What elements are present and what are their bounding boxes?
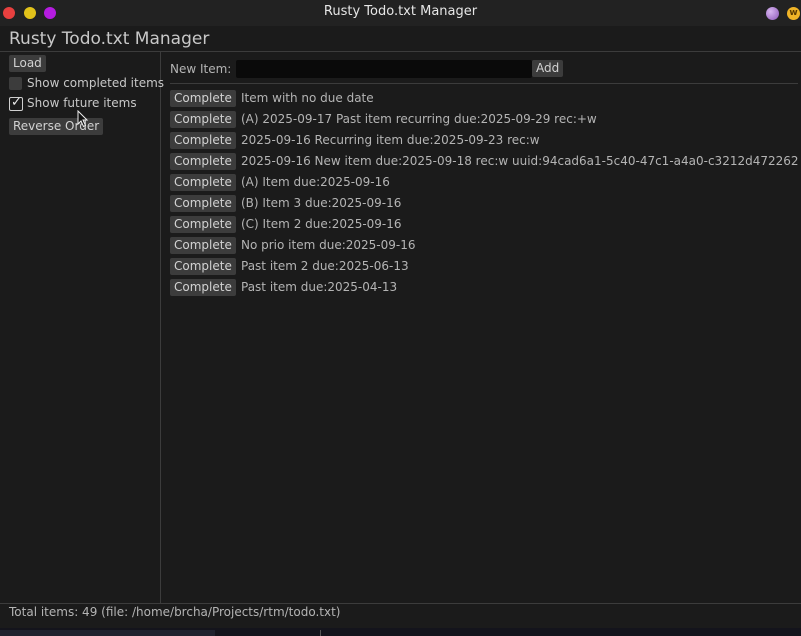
status-text: Total items: 49 (file: /home/brcha/Proje…	[9, 605, 341, 619]
tray-app-icon[interactable]	[766, 7, 779, 20]
new-item-label: New Item:	[170, 62, 232, 76]
show-completed-label[interactable]: Show completed items	[27, 76, 164, 90]
todo-row: Complete No prio item due:2025-09-16	[170, 237, 800, 258]
complete-button[interactable]: Complete	[170, 111, 236, 128]
todo-text: No prio item due:2025-09-16	[241, 238, 416, 252]
todo-text: (C) Item 2 due:2025-09-16	[241, 217, 402, 231]
complete-button[interactable]: Complete	[170, 174, 236, 191]
complete-button[interactable]: Complete	[170, 258, 236, 275]
app-window: Rusty Todo.txt Manager w Rusty Todo.txt …	[0, 0, 801, 636]
complete-button[interactable]: Complete	[170, 279, 236, 296]
todo-row: Complete Past item 2 due:2025-06-13	[170, 258, 800, 279]
todo-text: (B) Item 3 due:2025-09-16	[241, 196, 402, 210]
taskbar-divider	[320, 630, 321, 636]
sidebar: Load Show completed items ✓ Show future …	[0, 52, 164, 603]
todo-text: 2025-09-16 Recurring item due:2025-09-23…	[241, 133, 540, 147]
todo-text: 2025-09-16 New item due:2025-09-18 rec:w…	[241, 154, 799, 168]
status-bar: Total items: 49 (file: /home/brcha/Proje…	[0, 603, 801, 628]
reverse-order-button[interactable]: Reverse Order	[9, 118, 104, 135]
todo-row: Complete 2025-09-16 New item due:2025-09…	[170, 153, 800, 174]
todo-row: Complete Item with no due date	[170, 90, 800, 111]
tray-notification-icon[interactable]: w	[787, 7, 800, 20]
todo-text: Past item 2 due:2025-06-13	[241, 259, 409, 273]
main-panel: New Item: Add Complete Item with no due …	[161, 52, 801, 603]
todo-row: Complete Past item due:2025-04-13	[170, 279, 800, 300]
todo-row: Complete (A) Item due:2025-09-16	[170, 174, 800, 195]
app-header: Rusty Todo.txt Manager	[0, 26, 801, 52]
complete-button[interactable]: Complete	[170, 153, 236, 170]
todo-row: Complete (C) Item 2 due:2025-09-16	[170, 216, 800, 237]
todo-text: Past item due:2025-04-13	[241, 280, 398, 294]
complete-button[interactable]: Complete	[170, 237, 236, 254]
taskbar-item[interactable]	[0, 630, 215, 636]
show-future-checkbox-box[interactable]: ✓	[9, 95, 23, 111]
window-title: Rusty Todo.txt Manager	[323, 4, 478, 19]
todo-text: (A) Item due:2025-09-16	[241, 175, 390, 189]
show-future-label[interactable]: Show future items	[27, 96, 137, 110]
app-title: Rusty Todo.txt Manager	[9, 29, 210, 49]
complete-button[interactable]: Complete	[170, 90, 236, 107]
load-button[interactable]: Load	[9, 55, 46, 72]
todo-row: Complete (A) 2025-09-17 Past item recurr…	[170, 111, 800, 132]
new-item-input[interactable]	[236, 60, 532, 78]
show-completed-checkbox-box[interactable]	[9, 77, 22, 90]
todo-text: (A) 2025-09-17 Past item recurring due:2…	[241, 112, 597, 126]
taskbar	[0, 628, 801, 636]
complete-button[interactable]: Complete	[170, 132, 236, 149]
complete-button[interactable]: Complete	[170, 195, 236, 212]
todo-row: Complete 2025-09-16 Recurring item due:2…	[170, 132, 800, 153]
complete-button[interactable]: Complete	[170, 216, 236, 233]
title-bar[interactable]: Rusty Todo.txt Manager w	[0, 0, 801, 26]
add-button[interactable]: Add	[532, 60, 564, 77]
todo-text: Item with no due date	[241, 91, 374, 105]
todo-row: Complete (B) Item 3 due:2025-09-16	[170, 195, 800, 216]
mouse-cursor-icon	[77, 110, 89, 128]
checkmark-icon: ✓	[11, 95, 22, 110]
separator	[170, 83, 798, 84]
todo-list: Complete Item with no due date Complete …	[170, 90, 800, 300]
